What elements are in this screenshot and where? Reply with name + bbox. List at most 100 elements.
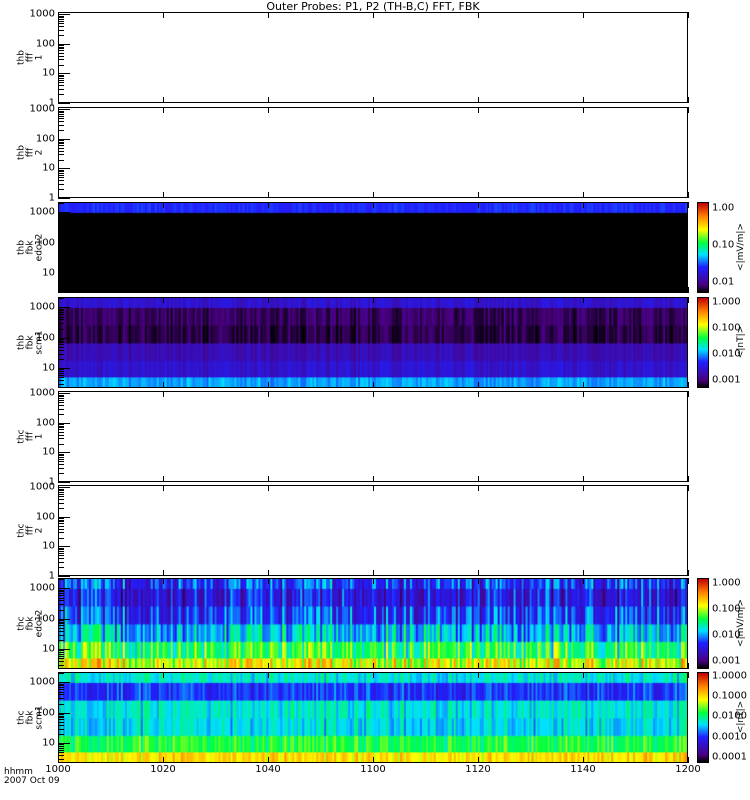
- y-tick-label: 10: [42, 643, 55, 655]
- y-minor-tick: [58, 173, 64, 175]
- y-minor-tick: [58, 154, 64, 156]
- y-minor-tick: [58, 277, 64, 279]
- y-minor-tick: [58, 55, 64, 57]
- x-major-tick: [373, 476, 374, 482]
- x-major-tick: [478, 297, 479, 303]
- y-minor-tick: [58, 23, 64, 25]
- y-minor-tick: [58, 328, 64, 330]
- x-major-tick: [478, 570, 479, 576]
- y-minor-tick: [58, 609, 64, 611]
- y-minor-tick: [58, 625, 64, 627]
- y-axis-label: thc fff 1: [16, 428, 45, 444]
- y-tick-label: 1000: [29, 582, 55, 594]
- x-major-tick: [163, 287, 164, 293]
- x-major-tick: [58, 382, 59, 388]
- y-major-tick: [58, 198, 70, 199]
- colorbar-unit-label: <|mV/m|>: [736, 222, 746, 271]
- y-minor-tick: [58, 733, 64, 735]
- x-major-tick: [268, 12, 269, 18]
- x-major-tick: [268, 485, 269, 491]
- x-tick-label: 1040: [255, 764, 281, 775]
- y-minor-tick: [58, 589, 64, 591]
- x-tick-label: 1100: [360, 764, 386, 775]
- panel-thc-fbk-scm1: [58, 672, 688, 763]
- y-minor-tick: [58, 597, 64, 599]
- x-major-tick: [163, 485, 164, 491]
- y-minor-tick: [58, 224, 64, 226]
- y-minor-tick: [58, 282, 64, 284]
- y-minor-tick: [58, 94, 64, 96]
- spectrogram-image: [59, 579, 687, 668]
- x-major-tick: [583, 391, 584, 397]
- y-minor-tick: [58, 434, 64, 436]
- y-minor-tick: [58, 26, 64, 28]
- colorbar-tick-label: 1.000: [712, 296, 741, 308]
- x-major-tick: [163, 570, 164, 576]
- x-major-tick: [373, 578, 374, 584]
- x-major-tick: [373, 202, 374, 208]
- y-minor-tick: [58, 491, 64, 493]
- x-major-tick: [58, 97, 59, 103]
- x-major-tick: [688, 672, 689, 678]
- x-major-tick: [478, 107, 479, 113]
- x-major-tick: [58, 570, 59, 576]
- y-minor-tick: [58, 457, 64, 459]
- panel-thc-fff-2: [58, 485, 688, 576]
- y-minor-tick: [58, 630, 64, 632]
- x-major-tick: [373, 485, 374, 491]
- y-minor-tick: [58, 547, 64, 549]
- x-major-tick: [583, 287, 584, 293]
- x-major-tick: [268, 570, 269, 576]
- x-major-tick: [58, 578, 59, 584]
- y-minor-tick: [58, 461, 64, 463]
- x-major-tick: [478, 192, 479, 198]
- y-minor-tick: [58, 121, 64, 123]
- y-minor-tick: [58, 180, 64, 182]
- y-minor-tick: [58, 553, 64, 554]
- y-minor-tick: [58, 369, 64, 371]
- y-minor-tick: [58, 745, 64, 747]
- x-major-tick: [583, 382, 584, 388]
- x-major-tick: [163, 12, 164, 18]
- x-major-tick: [268, 107, 269, 113]
- y-minor-tick: [58, 591, 64, 593]
- y-minor-tick: [58, 169, 64, 171]
- y-minor-tick: [58, 189, 64, 191]
- y-minor-tick: [58, 703, 64, 705]
- y-minor-tick: [58, 717, 64, 719]
- x-major-tick: [58, 107, 59, 113]
- x-major-tick: [583, 297, 584, 303]
- x-major-tick: [58, 192, 59, 198]
- y-minor-tick: [58, 372, 64, 374]
- y-minor-tick: [58, 650, 64, 652]
- y-minor-tick: [58, 525, 64, 527]
- y-minor-tick: [58, 219, 64, 221]
- y-minor-tick: [58, 82, 64, 84]
- x-major-tick: [583, 476, 584, 482]
- y-minor-tick: [58, 254, 64, 256]
- y-minor-tick: [58, 74, 64, 76]
- y-minor-tick: [58, 45, 64, 47]
- y-minor-tick: [58, 634, 64, 636]
- x-major-tick: [688, 297, 689, 303]
- colorbar-tick-label: 0.001: [712, 374, 741, 386]
- y-minor-tick: [58, 523, 64, 525]
- y-minor-tick: [58, 59, 64, 61]
- y-minor-tick: [58, 215, 64, 217]
- y-minor-tick: [58, 502, 64, 504]
- panel-thc-fff-1: [58, 391, 688, 482]
- y-minor-tick: [58, 374, 64, 376]
- y-minor-tick: [58, 755, 64, 757]
- x-major-tick: [688, 382, 689, 388]
- y-tick-label: 1: [48, 192, 55, 204]
- y-minor-tick: [58, 221, 64, 223]
- y-minor-tick: [58, 64, 64, 66]
- x-tick-label: 1200: [675, 764, 701, 775]
- y-minor-tick: [58, 316, 64, 318]
- x-major-tick: [163, 192, 164, 198]
- y-minor-tick: [58, 689, 64, 691]
- x-major-tick: [478, 663, 479, 669]
- x-major-tick: [373, 192, 374, 198]
- y-minor-tick: [58, 464, 64, 466]
- x-major-tick: [268, 476, 269, 482]
